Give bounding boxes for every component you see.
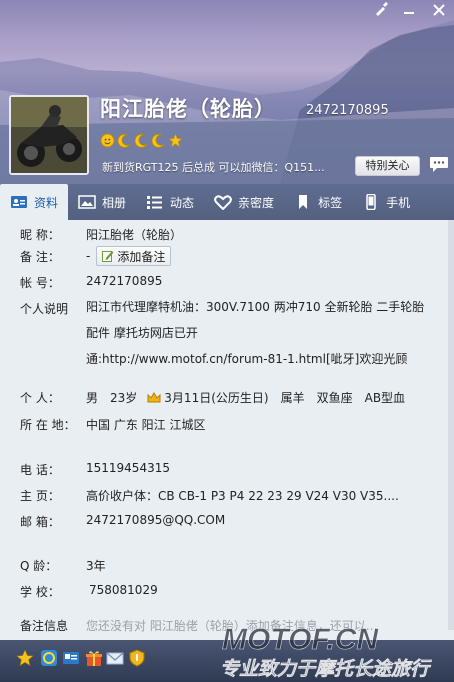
moon-level-icon bbox=[134, 133, 148, 148]
profile-signature: 新到货RGT125 后总成 可以加微信：Q151... bbox=[102, 161, 325, 174]
tab-label: 动态 bbox=[170, 195, 195, 210]
tab-label: 相册 bbox=[102, 195, 127, 210]
sun-level-icon bbox=[100, 133, 115, 148]
field-value: - bbox=[86, 249, 91, 263]
info-row-school: 学 校： 758081029 bbox=[20, 583, 158, 600]
tab-feed[interactable]: 动态 bbox=[136, 184, 204, 220]
info-row-email: 邮 箱： 2472170895@QQ.COM bbox=[20, 513, 225, 530]
tab-intimacy[interactable]: 亲密度 bbox=[204, 184, 284, 220]
minimize-icon[interactable] bbox=[396, 2, 422, 22]
tab-tags[interactable]: 标签 bbox=[284, 184, 352, 220]
info-row-location: 所 在 地： 中国 广东 阳江 江城区 bbox=[20, 416, 205, 433]
gift-icon[interactable] bbox=[85, 649, 103, 667]
bio-line: 配件 摩托坊网店已开 bbox=[86, 326, 198, 340]
info-row-nickname: 昵 称： 阳江胎佬（轮胎） bbox=[20, 226, 182, 243]
field-label: Q 龄： bbox=[20, 559, 58, 573]
field-label: 学 校： bbox=[20, 585, 60, 599]
field-value[interactable]: 高价收户体：CB CB-1 P3 P4 22 23 29 V24 V30 V35… bbox=[86, 487, 399, 504]
qzone-icon[interactable] bbox=[40, 649, 58, 667]
shield-icon[interactable] bbox=[128, 649, 146, 667]
moon-level-icon bbox=[117, 133, 131, 148]
field-label: 个人说明 bbox=[20, 302, 69, 316]
age-value: 23岁 bbox=[110, 391, 138, 405]
edit-note-icon bbox=[102, 251, 114, 262]
heart-icon bbox=[214, 195, 232, 210]
info-row-bio-label: 个人说明 bbox=[20, 300, 80, 317]
profile-card-icon bbox=[11, 196, 27, 208]
bookmark-tag-icon bbox=[299, 195, 308, 209]
tab-label: 资料 bbox=[34, 195, 59, 210]
field-value: 阳江胎佬（轮胎） bbox=[86, 228, 183, 242]
field-label: 所 在 地： bbox=[20, 418, 76, 432]
crown-birthday-icon bbox=[147, 391, 161, 402]
info-row-account: 帐 号： 2472170895 bbox=[20, 274, 162, 291]
avatar[interactable] bbox=[9, 95, 89, 175]
zodiac-value: 属羊 bbox=[280, 391, 305, 405]
bio-line: 阳江市代理摩特机油：300V.7100 两冲710 全新轮胎 二手轮胎 bbox=[86, 300, 425, 314]
mobile-phone-icon bbox=[366, 194, 376, 210]
tab-label: 亲密度 bbox=[238, 195, 275, 210]
profile-tab-bar: 资料 相册 动态 亲密度 标签 手机 bbox=[0, 184, 454, 220]
mail-card-icon[interactable] bbox=[62, 649, 80, 667]
field-label: 备注信息 bbox=[20, 619, 69, 633]
envelope-icon[interactable] bbox=[106, 649, 124, 667]
skin-brush-icon[interactable] bbox=[368, 2, 394, 22]
tab-label: 手机 bbox=[386, 195, 411, 210]
bottom-toolbar bbox=[0, 640, 454, 682]
constellation-value: 双鱼座 bbox=[316, 391, 353, 405]
bio-line: 通:http://www.motof.cn/forum-81-1.html[呲牙… bbox=[86, 352, 408, 366]
bio-text: 阳江市代理摩特机油：300V.7100 两冲710 全新轮胎 二手轮胎 配件 摩… bbox=[86, 294, 424, 372]
special-care-button[interactable]: 特别关心 bbox=[355, 156, 420, 176]
tab-profile[interactable]: 资料 bbox=[0, 184, 69, 220]
star-icon[interactable] bbox=[16, 649, 34, 667]
photo-album-icon bbox=[78, 195, 96, 209]
tab-album[interactable]: 相册 bbox=[68, 184, 136, 220]
field-label: 备 注： bbox=[20, 249, 60, 264]
tab-label: 标签 bbox=[318, 195, 343, 210]
field-value: 758081029 bbox=[89, 583, 158, 597]
field-label: 邮 箱： bbox=[20, 515, 60, 529]
star-level-icon bbox=[168, 133, 183, 148]
moon-level-icon bbox=[151, 133, 165, 148]
field-label: 昵 称： bbox=[20, 228, 60, 242]
add-remark-button[interactable]: 添加备注 bbox=[96, 246, 172, 266]
field-value: 15119454315 bbox=[86, 461, 170, 475]
add-remark-label: 添加备注 bbox=[117, 249, 166, 264]
blood-type-value: AB型血 bbox=[364, 391, 406, 405]
level-badges[interactable] bbox=[100, 133, 183, 149]
field-label: 个 人： bbox=[20, 391, 60, 405]
field-label: 帐 号： bbox=[20, 276, 60, 290]
field-label: 电 话： bbox=[20, 463, 60, 477]
field-value: 3年 bbox=[86, 559, 106, 573]
field-value[interactable]: 2472170895@QQ.COM bbox=[86, 513, 225, 530]
gender-value: 男 bbox=[86, 391, 99, 405]
close-icon[interactable] bbox=[426, 2, 452, 22]
field-label: 主 页： bbox=[20, 489, 60, 503]
chat-bubble-icon[interactable] bbox=[429, 156, 449, 174]
birthday-value: 3月11日(公历生日) bbox=[164, 391, 269, 405]
info-row-qage: Q 龄： 3年 bbox=[20, 557, 106, 574]
info-row-remark-info: 备注信息 您还没有对 阳江胎佬（轮胎）添加备注信息，还可以... bbox=[20, 617, 377, 634]
motorcycle-rider-image bbox=[11, 97, 87, 173]
info-row-personal: 个 人： 男 23岁 3月11日(公历生日) 属羊 双鱼座 AB型血 bbox=[20, 389, 405, 406]
info-row-remark: 备 注： - 添加备注 bbox=[20, 246, 172, 266]
profile-nickname: 阳江胎佬（轮胎） bbox=[100, 97, 276, 121]
info-row-phone: 电 话： 15119454315 bbox=[20, 461, 170, 478]
info-row-homepage: 主 页： 高价收户体：CB CB-1 P3 P4 22 23 29 V24 V3… bbox=[20, 487, 399, 504]
field-value: 您还没有对 阳江胎佬（轮胎）添加备注信息，还可以... bbox=[86, 619, 378, 633]
feed-list-icon bbox=[147, 196, 163, 209]
profile-header: 阳江胎佬（轮胎） 2472170895 新到货RGT125 后总成 可以加微信：… bbox=[0, 0, 454, 184]
field-value: 中国 广东 阳江 江城区 bbox=[86, 418, 206, 432]
panel-scrollbar[interactable] bbox=[448, 220, 454, 630]
field-value: 2472170895 bbox=[86, 274, 163, 288]
profile-qq-number: 2472170895 bbox=[306, 103, 389, 118]
tab-mobile[interactable]: 手机 bbox=[352, 184, 420, 220]
profile-info-panel: 昵 称： 阳江胎佬（轮胎） 备 注： - 添加备注 帐 号： 247217089… bbox=[0, 220, 454, 640]
